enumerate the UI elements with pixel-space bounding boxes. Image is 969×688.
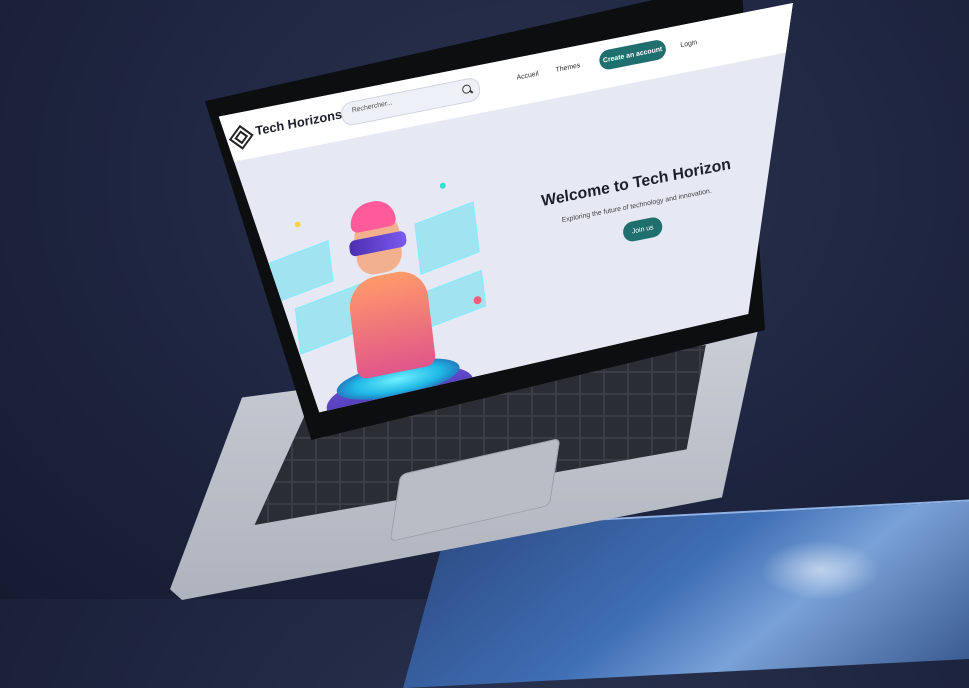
character-body — [346, 266, 437, 381]
join-us-button[interactable]: Join us — [621, 215, 664, 244]
search-input[interactable]: Rechercher... — [351, 99, 392, 114]
create-account-button[interactable]: Create an account — [598, 38, 667, 72]
diamond-logo-icon[interactable] — [228, 124, 254, 150]
floating-sphere — [439, 182, 447, 190]
floating-sphere — [294, 220, 301, 228]
nav-link-accueil[interactable]: Accueil — [516, 70, 539, 81]
hologram-panel — [414, 201, 480, 275]
laptop-lid: Tech Horizons Rechercher... Accueil Them… — [0, 0, 969, 599]
login-link[interactable]: Login — [680, 39, 698, 49]
brand-name[interactable]: Tech Horizons — [255, 107, 343, 139]
search-bar[interactable]: Rechercher... — [340, 76, 482, 128]
search-icon[interactable] — [461, 83, 472, 95]
nav-link-themes[interactable]: Themes — [555, 62, 580, 74]
